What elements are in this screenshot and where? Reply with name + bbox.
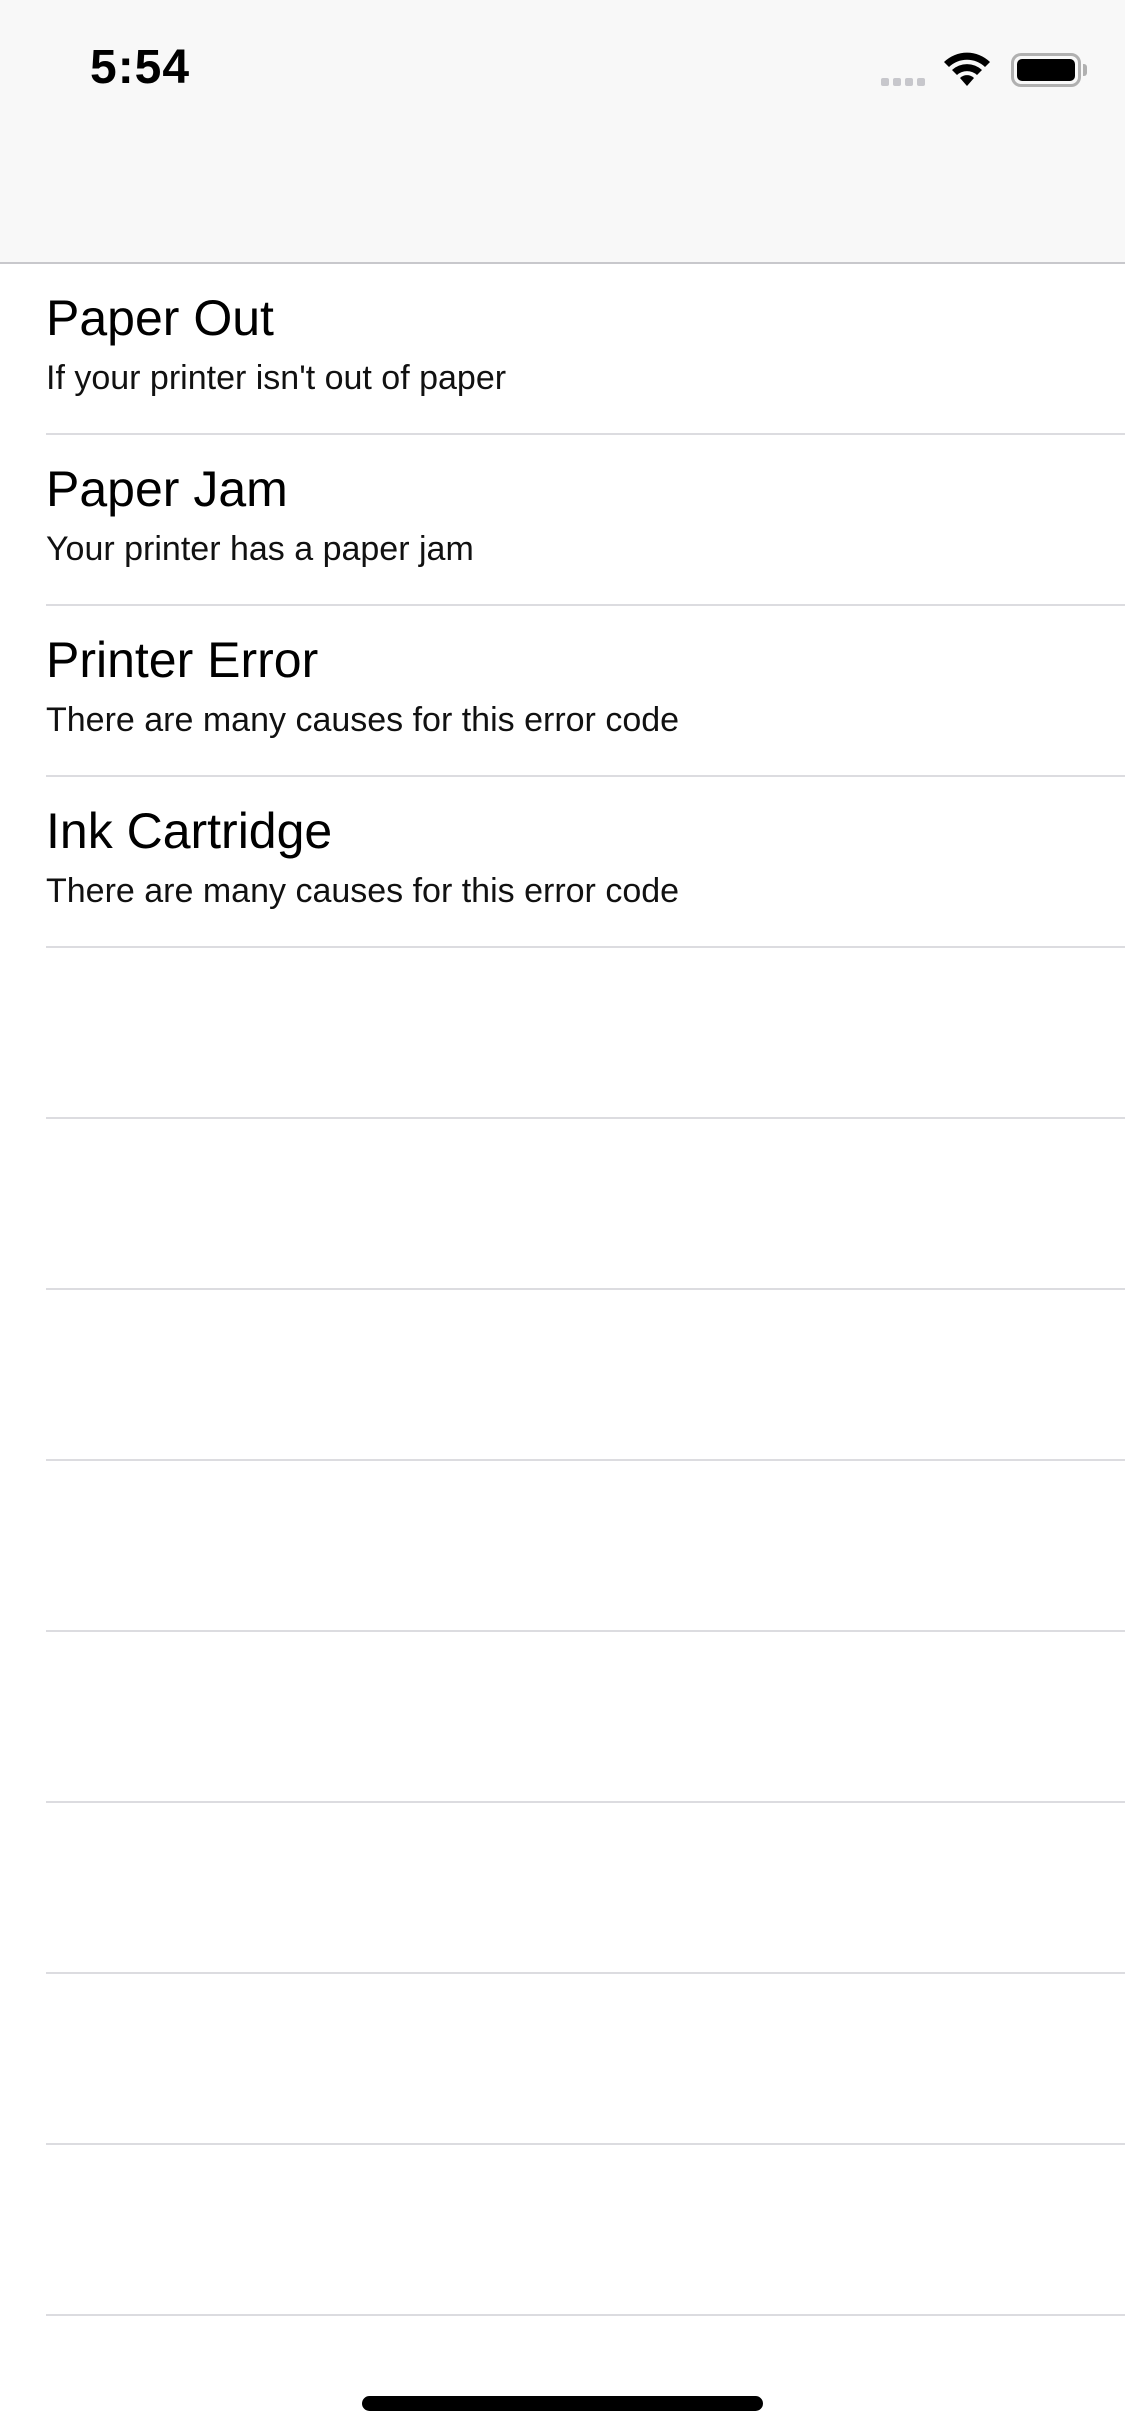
navigation-bar: 5:54: [0, 0, 1125, 264]
list-item-subtitle: There are many causes for this error cod…: [46, 701, 680, 739]
list-item-subtitle: There are many causes for this error cod…: [46, 872, 680, 910]
empty-row: [0, 1974, 1125, 2145]
list-item-subtitle: Your printer has a paper jam: [46, 530, 474, 568]
empty-row: [0, 1632, 1125, 1803]
list-item-paper-out[interactable]: Paper Out If your printer isn't out of p…: [0, 264, 1125, 435]
issue-list: Paper Out If your printer isn't out of p…: [0, 264, 1125, 2316]
empty-row: [0, 1803, 1125, 1974]
empty-row: [0, 1461, 1125, 1632]
app-screen: 5:54 Paper Out If your printer isn't out…: [0, 0, 1125, 2436]
cellular-signal-icon: [881, 54, 925, 86]
list-item-title: Paper Jam: [46, 461, 288, 517]
home-indicator[interactable]: [362, 2396, 763, 2411]
list-item-ink-cartridge[interactable]: Ink Cartridge There are many causes for …: [0, 777, 1125, 948]
status-time: 5:54: [90, 41, 191, 94]
list-item-paper-jam[interactable]: Paper Jam Your printer has a paper jam: [0, 435, 1125, 606]
empty-row: [0, 1290, 1125, 1461]
battery-level: [1017, 59, 1075, 81]
empty-row: [0, 2145, 1125, 2316]
empty-row: [0, 1119, 1125, 1290]
battery-full-icon: [1011, 53, 1087, 87]
list-item-title: Ink Cartridge: [46, 803, 333, 859]
list-item-title: Printer Error: [46, 632, 319, 688]
status-indicators: [881, 50, 1087, 90]
empty-row: [0, 948, 1125, 1119]
wifi-icon: [944, 52, 990, 86]
list-item-title: Paper Out: [46, 290, 274, 346]
list-item-printer-error[interactable]: Printer Error There are many causes for …: [0, 606, 1125, 777]
list-item-subtitle: If your printer isn't out of paper: [46, 359, 507, 397]
